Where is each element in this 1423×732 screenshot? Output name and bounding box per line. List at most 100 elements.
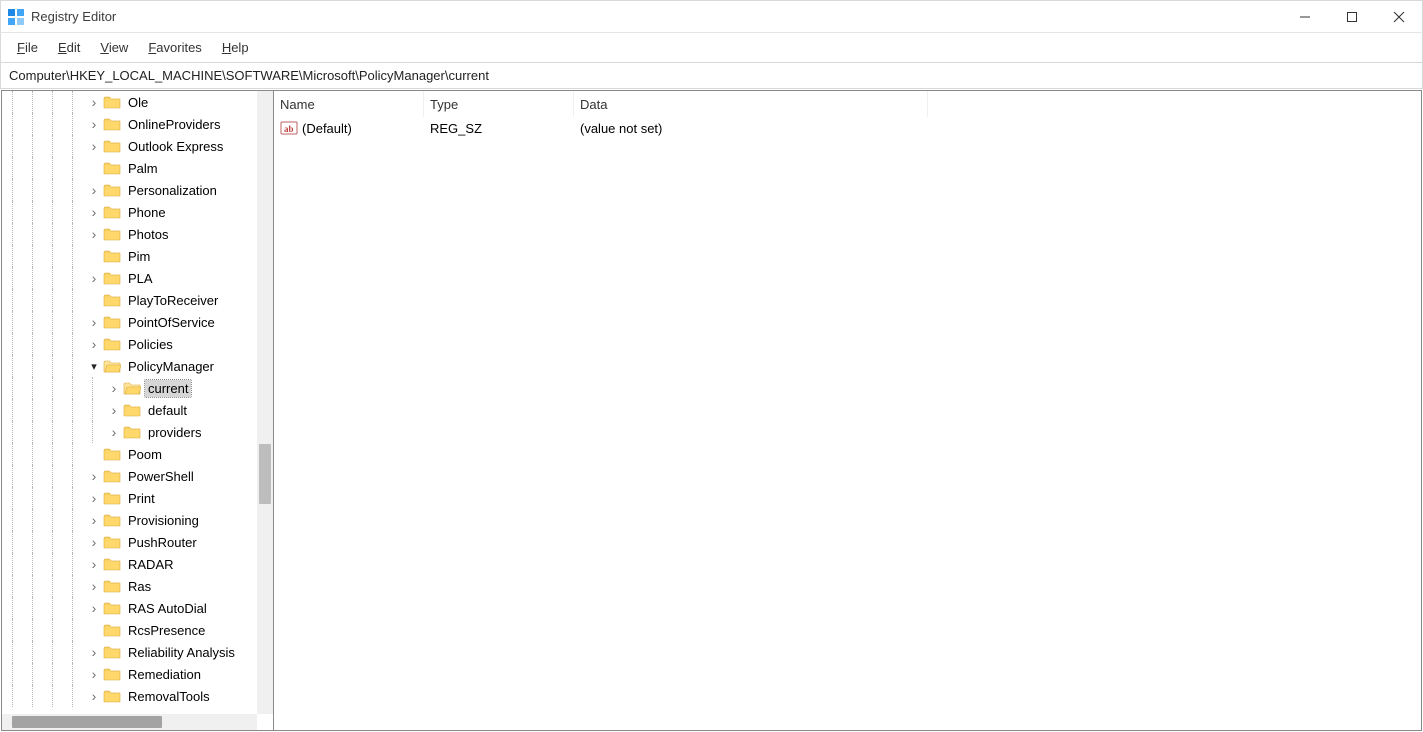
string-value-icon bbox=[280, 119, 298, 137]
value-name: (Default) bbox=[302, 121, 352, 136]
expand-toggle-icon[interactable] bbox=[87, 314, 101, 330]
menu-help[interactable]: Help bbox=[212, 36, 259, 59]
expand-toggle-icon[interactable] bbox=[87, 534, 101, 550]
tree-item-label: default bbox=[145, 402, 190, 419]
expand-toggle-icon[interactable] bbox=[87, 468, 101, 484]
tree-vertical-scroll-thumb[interactable] bbox=[259, 444, 271, 504]
tree-item-radar[interactable]: RADAR bbox=[2, 553, 257, 575]
expand-toggle-icon[interactable] bbox=[87, 226, 101, 242]
tree-item-pushrouter[interactable]: PushRouter bbox=[2, 531, 257, 553]
expand-toggle-icon[interactable] bbox=[87, 512, 101, 528]
menu-favorites[interactable]: Favorites bbox=[138, 36, 211, 59]
tree-item-label: Personalization bbox=[125, 182, 220, 199]
expand-toggle-icon[interactable] bbox=[87, 556, 101, 572]
expand-toggle-icon[interactable] bbox=[87, 490, 101, 506]
tree-vertical-scrollbar[interactable] bbox=[257, 91, 273, 714]
expand-toggle-icon[interactable] bbox=[87, 578, 101, 594]
column-header-name[interactable]: Name bbox=[274, 91, 424, 117]
tree-item-label: Outlook Express bbox=[125, 138, 226, 155]
tree-item-palm[interactable]: Palm bbox=[2, 157, 257, 179]
expand-toggle-icon[interactable] bbox=[87, 270, 101, 286]
folder-icon bbox=[103, 557, 121, 571]
menu-view[interactable]: View bbox=[90, 36, 138, 59]
address-bar[interactable]: Computer\HKEY_LOCAL_MACHINE\SOFTWARE\Mic… bbox=[0, 63, 1423, 89]
tree-horizontal-scrollbar[interactable] bbox=[2, 714, 257, 730]
folder-icon bbox=[103, 535, 121, 549]
folder-icon bbox=[103, 689, 121, 703]
tree-item-phone[interactable]: Phone bbox=[2, 201, 257, 223]
tree-item-poom[interactable]: Poom bbox=[2, 443, 257, 465]
menu-edit[interactable]: Edit bbox=[48, 36, 90, 59]
tree-item-provisioning[interactable]: Provisioning bbox=[2, 509, 257, 531]
tree-item-pointofservice[interactable]: PointOfService bbox=[2, 311, 257, 333]
tree-item-providers[interactable]: providers bbox=[2, 421, 257, 443]
tree-item-label: RemovalTools bbox=[125, 688, 213, 705]
folder-icon bbox=[103, 645, 121, 659]
tree-item-current[interactable]: current bbox=[2, 377, 257, 399]
folder-icon bbox=[103, 95, 121, 109]
expand-toggle-icon[interactable] bbox=[87, 182, 101, 198]
column-header-type[interactable]: Type bbox=[424, 91, 574, 117]
folder-icon bbox=[103, 293, 121, 307]
expand-toggle-icon[interactable] bbox=[87, 644, 101, 660]
tree-item-removaltools[interactable]: RemovalTools bbox=[2, 685, 257, 707]
folder-icon bbox=[103, 249, 121, 263]
tree-item-ras[interactable]: Ras bbox=[2, 575, 257, 597]
tree-horizontal-scroll-thumb[interactable] bbox=[12, 716, 162, 728]
tree-item-label: PlayToReceiver bbox=[125, 292, 221, 309]
tree-item-photos[interactable]: Photos bbox=[2, 223, 257, 245]
minimize-button[interactable] bbox=[1281, 1, 1328, 32]
tree-item-policies[interactable]: Policies bbox=[2, 333, 257, 355]
tree-item-onlineproviders[interactable]: OnlineProviders bbox=[2, 113, 257, 135]
expand-toggle-icon[interactable] bbox=[87, 600, 101, 616]
tree-item-pla[interactable]: PLA bbox=[2, 267, 257, 289]
tree-item-powershell[interactable]: PowerShell bbox=[2, 465, 257, 487]
expand-toggle-icon[interactable] bbox=[87, 336, 101, 352]
menu-bar: File Edit View Favorites Help bbox=[0, 33, 1423, 63]
tree-item-label: Poom bbox=[125, 446, 165, 463]
expand-toggle-icon[interactable] bbox=[107, 402, 121, 418]
tree-item-label: Palm bbox=[125, 160, 161, 177]
tree-view[interactable]: Ole OnlineProviders Outlook Express Palm Per… bbox=[2, 91, 257, 714]
value-type: REG_SZ bbox=[424, 121, 574, 136]
expand-toggle-icon[interactable] bbox=[87, 138, 101, 154]
expand-toggle-icon[interactable] bbox=[87, 204, 101, 220]
menu-file[interactable]: File bbox=[7, 36, 48, 59]
tree-item-personalization[interactable]: Personalization bbox=[2, 179, 257, 201]
value-row[interactable]: (Default)REG_SZ(value not set) bbox=[274, 117, 1421, 139]
tree-item-label: Phone bbox=[125, 204, 169, 221]
expand-toggle-icon[interactable] bbox=[107, 424, 121, 440]
list-body: (Default)REG_SZ(value not set) bbox=[274, 117, 1421, 139]
column-header-data[interactable]: Data bbox=[574, 91, 928, 117]
tree-item-pim[interactable]: Pim bbox=[2, 245, 257, 267]
expand-toggle-icon[interactable] bbox=[87, 94, 101, 110]
expand-toggle-icon[interactable] bbox=[87, 666, 101, 682]
folder-icon bbox=[123, 381, 141, 395]
tree-item-ole[interactable]: Ole bbox=[2, 91, 257, 113]
tree-item-label: PolicyManager bbox=[125, 358, 217, 375]
tree-item-remediation[interactable]: Remediation bbox=[2, 663, 257, 685]
folder-icon bbox=[123, 425, 141, 439]
tree-item-reliability-analysis[interactable]: Reliability Analysis bbox=[2, 641, 257, 663]
maximize-button[interactable] bbox=[1328, 1, 1375, 32]
tree-item-label: OnlineProviders bbox=[125, 116, 224, 133]
tree-item-outlook-express[interactable]: Outlook Express bbox=[2, 135, 257, 157]
folder-icon bbox=[103, 337, 121, 351]
tree-item-label: current bbox=[145, 380, 191, 397]
expand-toggle-icon[interactable] bbox=[87, 688, 101, 704]
tree-item-default[interactable]: default bbox=[2, 399, 257, 421]
close-button[interactable] bbox=[1375, 1, 1422, 32]
tree-item-ras-autodial[interactable]: RAS AutoDial bbox=[2, 597, 257, 619]
tree-item-print[interactable]: Print bbox=[2, 487, 257, 509]
client-area: Ole OnlineProviders Outlook Express Palm Per… bbox=[1, 90, 1422, 731]
tree-item-label: providers bbox=[145, 424, 204, 441]
tree-item-rcspresence[interactable]: RcsPresence bbox=[2, 619, 257, 641]
expand-toggle-icon[interactable] bbox=[87, 360, 101, 373]
tree-item-policymanager[interactable]: PolicyManager bbox=[2, 355, 257, 377]
tree-item-playtoreceiver[interactable]: PlayToReceiver bbox=[2, 289, 257, 311]
tree-item-label: RADAR bbox=[125, 556, 177, 573]
folder-icon bbox=[103, 491, 121, 505]
list-header: Name Type Data bbox=[274, 91, 1421, 117]
expand-toggle-icon[interactable] bbox=[87, 116, 101, 132]
expand-toggle-icon[interactable] bbox=[107, 380, 121, 396]
